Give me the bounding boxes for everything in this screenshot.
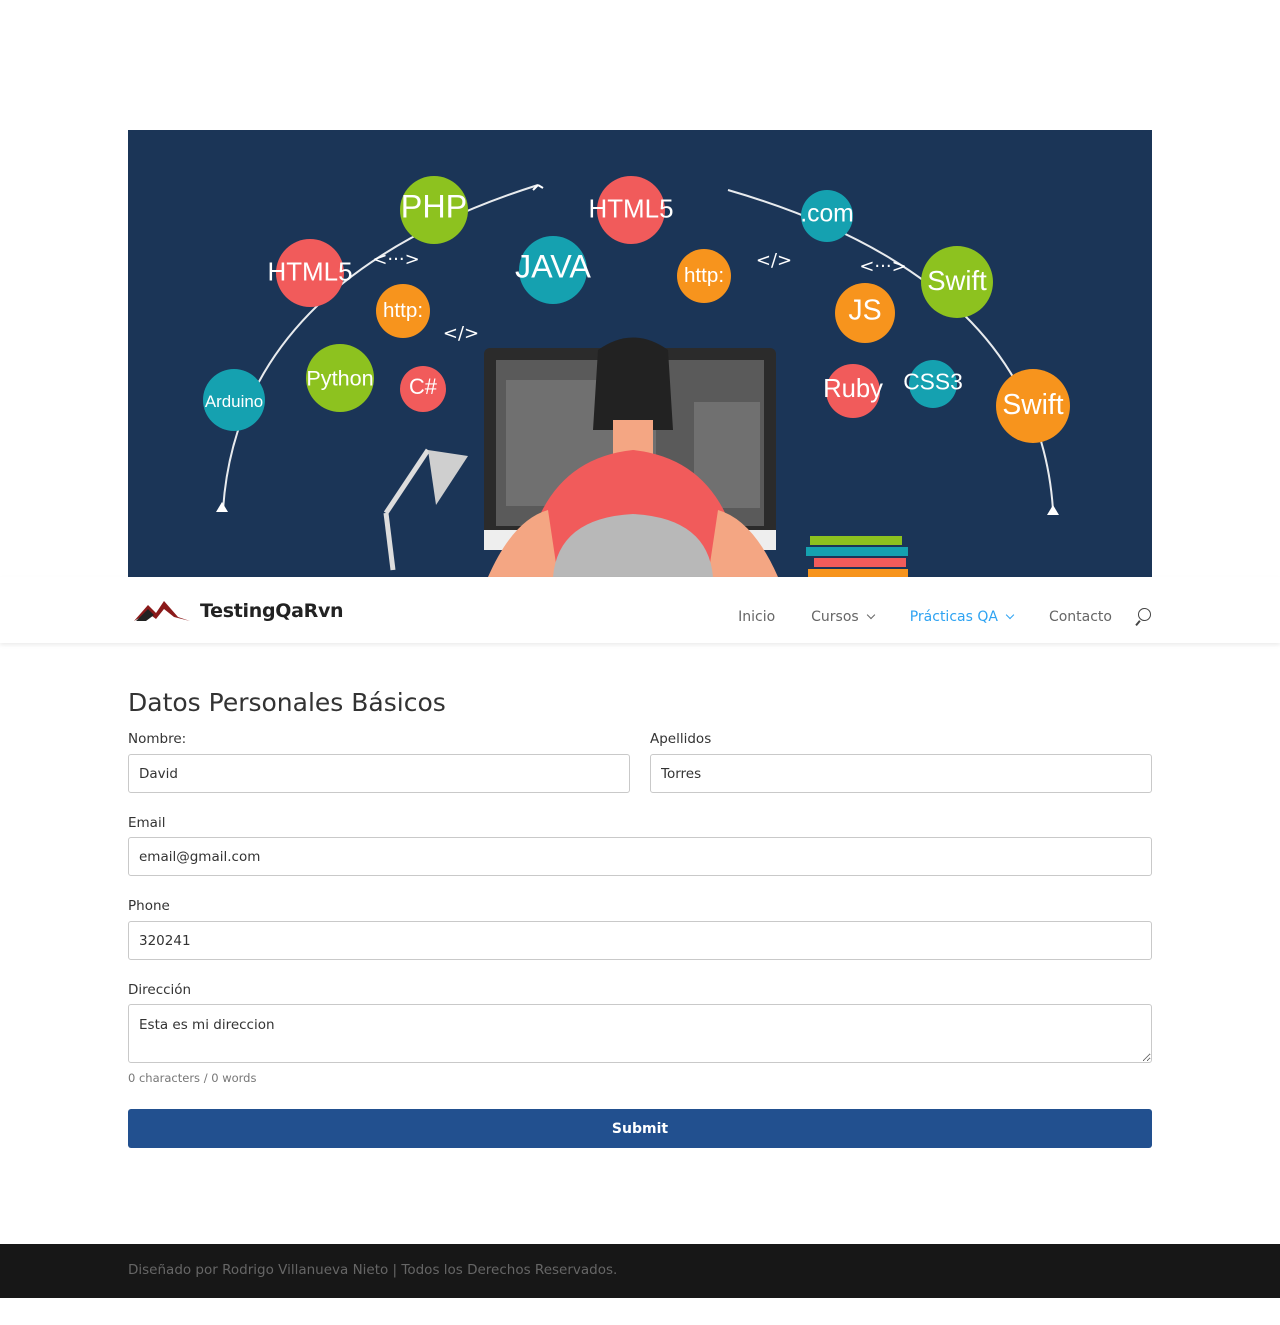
tech-bubble: http: xyxy=(376,284,430,338)
tech-bubble-label: HTML5 xyxy=(267,256,352,286)
footer-text: Diseñado por Rodrigo Villanueva Nieto | … xyxy=(128,1262,618,1278)
tech-bubble: PHP xyxy=(400,176,468,244)
tech-bubble-label: C# xyxy=(409,374,438,399)
apellidos-label: Apellidos xyxy=(650,731,712,747)
nombre-label: Nombre: xyxy=(128,731,187,747)
menu-item-inicio[interactable]: Inicio xyxy=(738,609,775,625)
direccion-textarea[interactable]: Esta es mi direccion xyxy=(128,1004,1152,1063)
mountain-logo-icon xyxy=(134,601,190,621)
code-tag: </> xyxy=(443,323,479,344)
chevron-down-icon xyxy=(866,610,875,620)
direccion-label: Dirección xyxy=(128,982,192,998)
submit-button[interactable]: Submit xyxy=(128,1109,1152,1148)
menu-label: Inicio xyxy=(738,609,776,625)
email-input[interactable] xyxy=(128,837,1152,876)
logo-text: TestingQaRvn xyxy=(200,600,344,622)
menu-label: Contacto xyxy=(1048,609,1112,625)
tech-bubble: C# xyxy=(400,366,446,412)
code-tag: <···> xyxy=(859,256,906,277)
character-counter: 0 characters / 0 words xyxy=(128,1071,257,1085)
code-tag: </> xyxy=(756,250,792,271)
phone-input[interactable] xyxy=(128,921,1152,960)
tech-bubble: Python xyxy=(306,344,374,412)
tech-bubble-label: JS xyxy=(848,295,881,327)
tech-bubble-label: HTML5 xyxy=(588,193,673,223)
nombre-input[interactable] xyxy=(128,754,630,793)
tech-bubble: Arduino xyxy=(203,369,265,431)
tech-bubble-label: PHP xyxy=(401,188,467,224)
menu-label: Cursos xyxy=(811,609,859,625)
form-title: Datos Personales Básicos xyxy=(128,688,446,717)
tech-bubble-label: Swift xyxy=(927,265,987,296)
menu-item-contacto[interactable]: Contacto xyxy=(1049,609,1112,625)
code-tag: <···> xyxy=(372,249,419,270)
hero-banner: PHP HTML5 HTML5 .com JAVA http: http: Swift JS Py… xyxy=(128,130,1152,577)
tech-bubble-label: Swift xyxy=(1002,388,1063,420)
tech-bubble: JS xyxy=(835,283,895,343)
phone-label: Phone xyxy=(128,898,170,914)
tech-bubble-label: http: xyxy=(684,264,724,287)
tech-bubble-label: Ruby xyxy=(823,375,883,403)
tech-bubble: Swift xyxy=(996,369,1070,443)
tech-bubble: Swift xyxy=(921,246,993,318)
chevron-down-icon xyxy=(1005,610,1015,620)
tech-bubble-label: JAVA xyxy=(515,248,591,284)
apellidos-input[interactable] xyxy=(650,754,1152,793)
main-menu: Inicio Cursos Prácticas QA Contacto xyxy=(702,606,1152,628)
tech-bubble-label: .com xyxy=(800,201,854,228)
tech-bubble-label: Python xyxy=(306,365,373,390)
site-logo[interactable]: TestingQaRvn xyxy=(134,596,344,626)
tech-bubble-label: http: xyxy=(383,299,423,322)
hero-illustration: PHP HTML5 HTML5 .com JAVA http: http: Swift JS Py… xyxy=(128,130,1152,577)
menu-item-practicas-qa[interactable]: Prácticas QA xyxy=(909,609,1015,625)
email-label: Email xyxy=(128,815,166,831)
tech-bubble: http: xyxy=(677,249,731,303)
footer: Diseñado por Rodrigo Villanueva Nieto | … xyxy=(0,1244,1280,1298)
tech-bubble-label: CSS3 xyxy=(903,368,963,394)
search-icon[interactable] xyxy=(1134,608,1152,626)
menu-item-cursos[interactable]: Cursos xyxy=(811,609,875,625)
tech-bubble-label: Arduino xyxy=(205,392,263,411)
menu-label: Prácticas QA xyxy=(909,609,998,625)
